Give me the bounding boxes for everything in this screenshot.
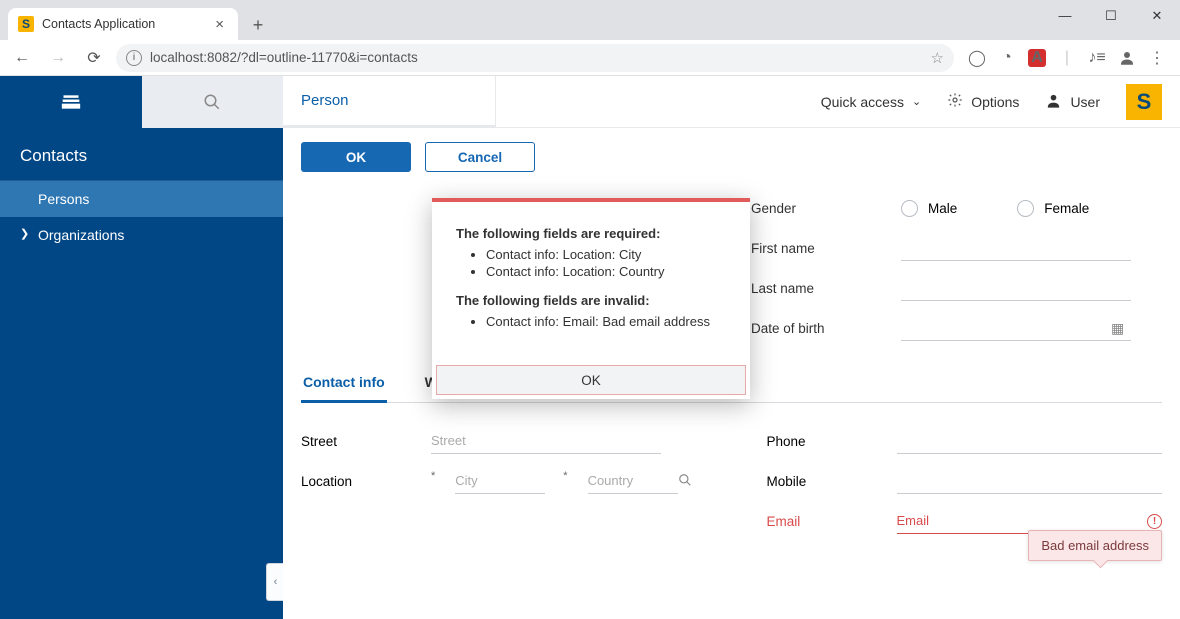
sidebar-item-organizations[interactable]: Organizations: [0, 217, 283, 253]
required-star: *: [563, 470, 567, 482]
invalid-list: Contact info: Email: Bad email address: [486, 314, 726, 329]
street-field[interactable]: [431, 428, 661, 454]
new-tab-button[interactable]: +: [244, 15, 272, 36]
browser-tab-strip: S Contacts Application × +: [0, 0, 1180, 40]
quick-access-menu[interactable]: Quick access ⌄: [821, 94, 921, 110]
label-street: Street: [301, 434, 431, 449]
error-icon: !: [1147, 514, 1162, 529]
radio-icon: [1017, 200, 1034, 217]
url-box[interactable]: i localhost:8082/?dl=outline-11770&i=con…: [116, 44, 954, 72]
url-text: localhost:8082/?dl=outline-11770&i=conta…: [150, 50, 418, 65]
radio-male[interactable]: Male: [901, 200, 957, 217]
brand-logo[interactable]: S: [1126, 84, 1162, 120]
user-menu[interactable]: User: [1045, 92, 1100, 112]
playlist-icon[interactable]: ♪≡: [1088, 49, 1106, 67]
label-dob: Date of birth: [751, 321, 901, 336]
breadcrumb[interactable]: Person: [283, 76, 496, 128]
radio-icon: [901, 200, 918, 217]
sidebar: Contacts Persons ❯ Organizations ‹: [0, 76, 283, 619]
calendar-icon[interactable]: ▦: [1111, 320, 1124, 337]
last-name-field[interactable]: [901, 275, 1131, 301]
back-button[interactable]: ←: [8, 44, 36, 72]
close-window-button[interactable]: ✕: [1134, 0, 1180, 32]
label-gender: Gender: [751, 201, 901, 216]
mobile-field[interactable]: [897, 468, 1163, 494]
reload-button[interactable]: ⟳: [80, 44, 108, 72]
cancel-button[interactable]: Cancel: [425, 142, 535, 172]
ok-button[interactable]: OK: [301, 142, 411, 172]
country-field[interactable]: [588, 468, 678, 494]
required-star: *: [431, 470, 435, 482]
lookup-icon[interactable]: [678, 473, 692, 490]
separator: |: [1058, 49, 1076, 67]
site-favicon: S: [18, 16, 34, 32]
city-field[interactable]: [455, 468, 545, 494]
label-last-name: Last name: [751, 281, 901, 296]
extension-badge-icon[interactable]: A: [1028, 49, 1046, 67]
dob-field[interactable]: [901, 315, 1131, 341]
sidebar-item-persons[interactable]: Persons: [0, 181, 283, 217]
gear-icon: [947, 92, 963, 111]
invalid-header: The following fields are invalid:: [456, 293, 726, 308]
chevron-down-icon: ⌄: [912, 95, 921, 108]
menu-dots-icon[interactable]: ⋮: [1148, 49, 1166, 67]
sidebar-tab-search[interactable]: [142, 76, 284, 128]
required-list: Contact info: Location: City Contact inf…: [486, 247, 726, 279]
site-info-icon[interactable]: i: [126, 50, 142, 66]
extension-icon[interactable]: ◯: [968, 49, 986, 67]
browser-tab[interactable]: S Contacts Application ×: [8, 8, 238, 40]
radio-female[interactable]: Female: [1017, 200, 1089, 217]
tab-contact-info[interactable]: Contact info: [301, 366, 387, 403]
label-mobile: Mobile: [767, 474, 897, 489]
collapse-sidebar-button[interactable]: ‹: [266, 563, 284, 601]
address-bar: ← → ⟳ i localhost:8082/?dl=outline-11770…: [0, 40, 1180, 76]
bookmark-star-icon[interactable]: ☆: [931, 49, 944, 67]
validation-dialog: The following fields are required: Conta…: [432, 198, 750, 399]
stack-icon: [61, 93, 81, 111]
dialog-ok-button[interactable]: OK: [436, 365, 746, 395]
required-header: The following fields are required:: [456, 226, 726, 241]
label-location: Location: [301, 474, 431, 489]
phone-field[interactable]: [897, 428, 1163, 454]
first-name-field[interactable]: [901, 235, 1131, 261]
options-menu[interactable]: Options: [947, 92, 1019, 111]
label-first-name: First name: [751, 241, 901, 256]
chevron-right-icon: ❯: [20, 227, 29, 240]
sidebar-tab-outline[interactable]: [0, 76, 142, 128]
error-tooltip: Bad email address: [1028, 530, 1162, 561]
tab-title: Contacts Application: [42, 17, 155, 31]
profile-icon[interactable]: [1118, 49, 1136, 67]
forward-button[interactable]: →: [44, 44, 72, 72]
minimize-button[interactable]: —: [1042, 0, 1088, 32]
maximize-button[interactable]: ☐: [1088, 0, 1134, 32]
window-controls: — ☐ ✕: [1042, 0, 1180, 32]
search-icon: [202, 93, 222, 111]
close-tab-icon[interactable]: ×: [211, 16, 228, 33]
label-email: Email: [767, 514, 897, 529]
extension-icon[interactable]: ◔: [998, 49, 1016, 67]
user-icon: [1045, 92, 1062, 112]
label-phone: Phone: [767, 434, 897, 449]
sidebar-title: Contacts: [0, 128, 283, 181]
